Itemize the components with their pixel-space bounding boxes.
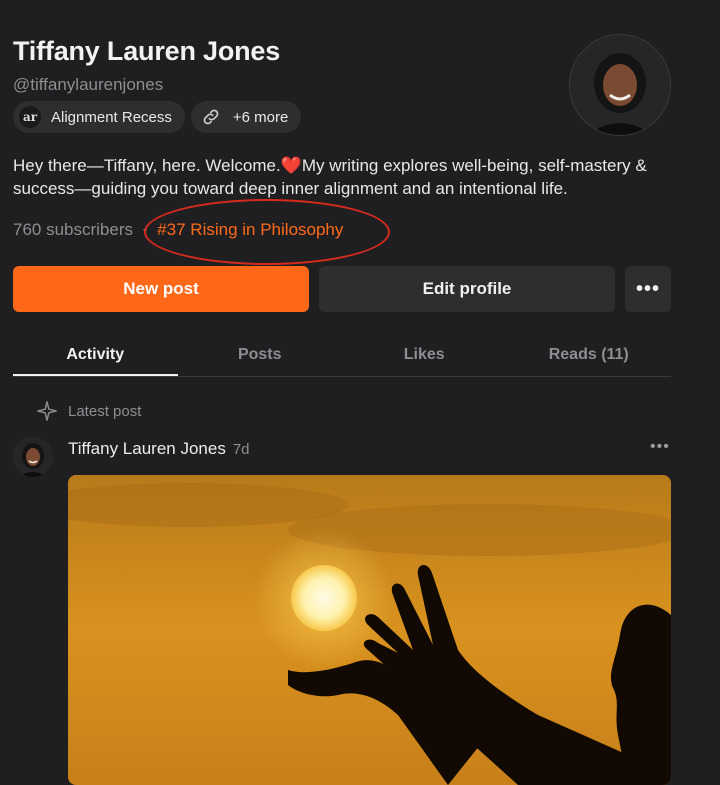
profile-avatar[interactable] — [569, 34, 671, 136]
tab-likes[interactable]: Likes — [342, 333, 507, 376]
subscriber-count[interactable]: 760 subscribers — [13, 220, 133, 240]
tab-activity[interactable]: Activity — [13, 333, 178, 376]
profile-chips: ar Alignment Recess +6 more — [13, 101, 302, 133]
latest-post-label: Latest post — [68, 402, 142, 420]
avatar-photo — [570, 35, 670, 135]
more-options-button[interactable]: ••• — [625, 266, 671, 312]
bio-text-start: Hey there—Tiffany, here. Welcome. — [13, 156, 281, 175]
post-cover-image[interactable] — [68, 475, 671, 785]
post-timestamp: 7d — [232, 441, 250, 458]
post-author-name[interactable]: Tiffany Lauren Jones — [68, 439, 226, 458]
publication-chip-label: Alignment Recess — [51, 108, 172, 126]
publication-logo-icon: ar — [19, 106, 41, 128]
profile-tabs: Activity Posts Likes Reads (11) — [13, 333, 671, 377]
sparkle-icon — [37, 401, 57, 421]
profile-handle: @tiffanylaurenjones — [13, 75, 164, 94]
edit-profile-button[interactable]: Edit profile — [319, 266, 615, 312]
tab-posts[interactable]: Posts — [178, 333, 343, 376]
profile-name: Tiffany Lauren Jones — [13, 36, 281, 66]
links-chip-label: +6 more — [232, 108, 289, 126]
profile-bio: Hey there—Tiffany, here. Welcome.❤️My wr… — [13, 155, 693, 200]
latest-post-header: Latest post — [36, 400, 141, 422]
post-more-button[interactable]: ••• — [650, 438, 670, 456]
link-icon — [203, 109, 219, 125]
post-byline: Tiffany Lauren Jones 7d — [68, 439, 250, 459]
sunset-hands-image — [68, 475, 671, 785]
new-post-button[interactable]: New post — [13, 266, 309, 312]
publication-chip[interactable]: ar Alignment Recess — [13, 101, 185, 133]
heart-emoji: ❤️ — [280, 156, 302, 175]
links-chip[interactable]: +6 more — [190, 101, 302, 133]
annotation-ellipse — [144, 199, 390, 265]
avatar-photo-small — [13, 437, 53, 477]
tab-reads[interactable]: Reads (11) — [507, 333, 672, 376]
post-author-avatar[interactable] — [13, 437, 53, 477]
